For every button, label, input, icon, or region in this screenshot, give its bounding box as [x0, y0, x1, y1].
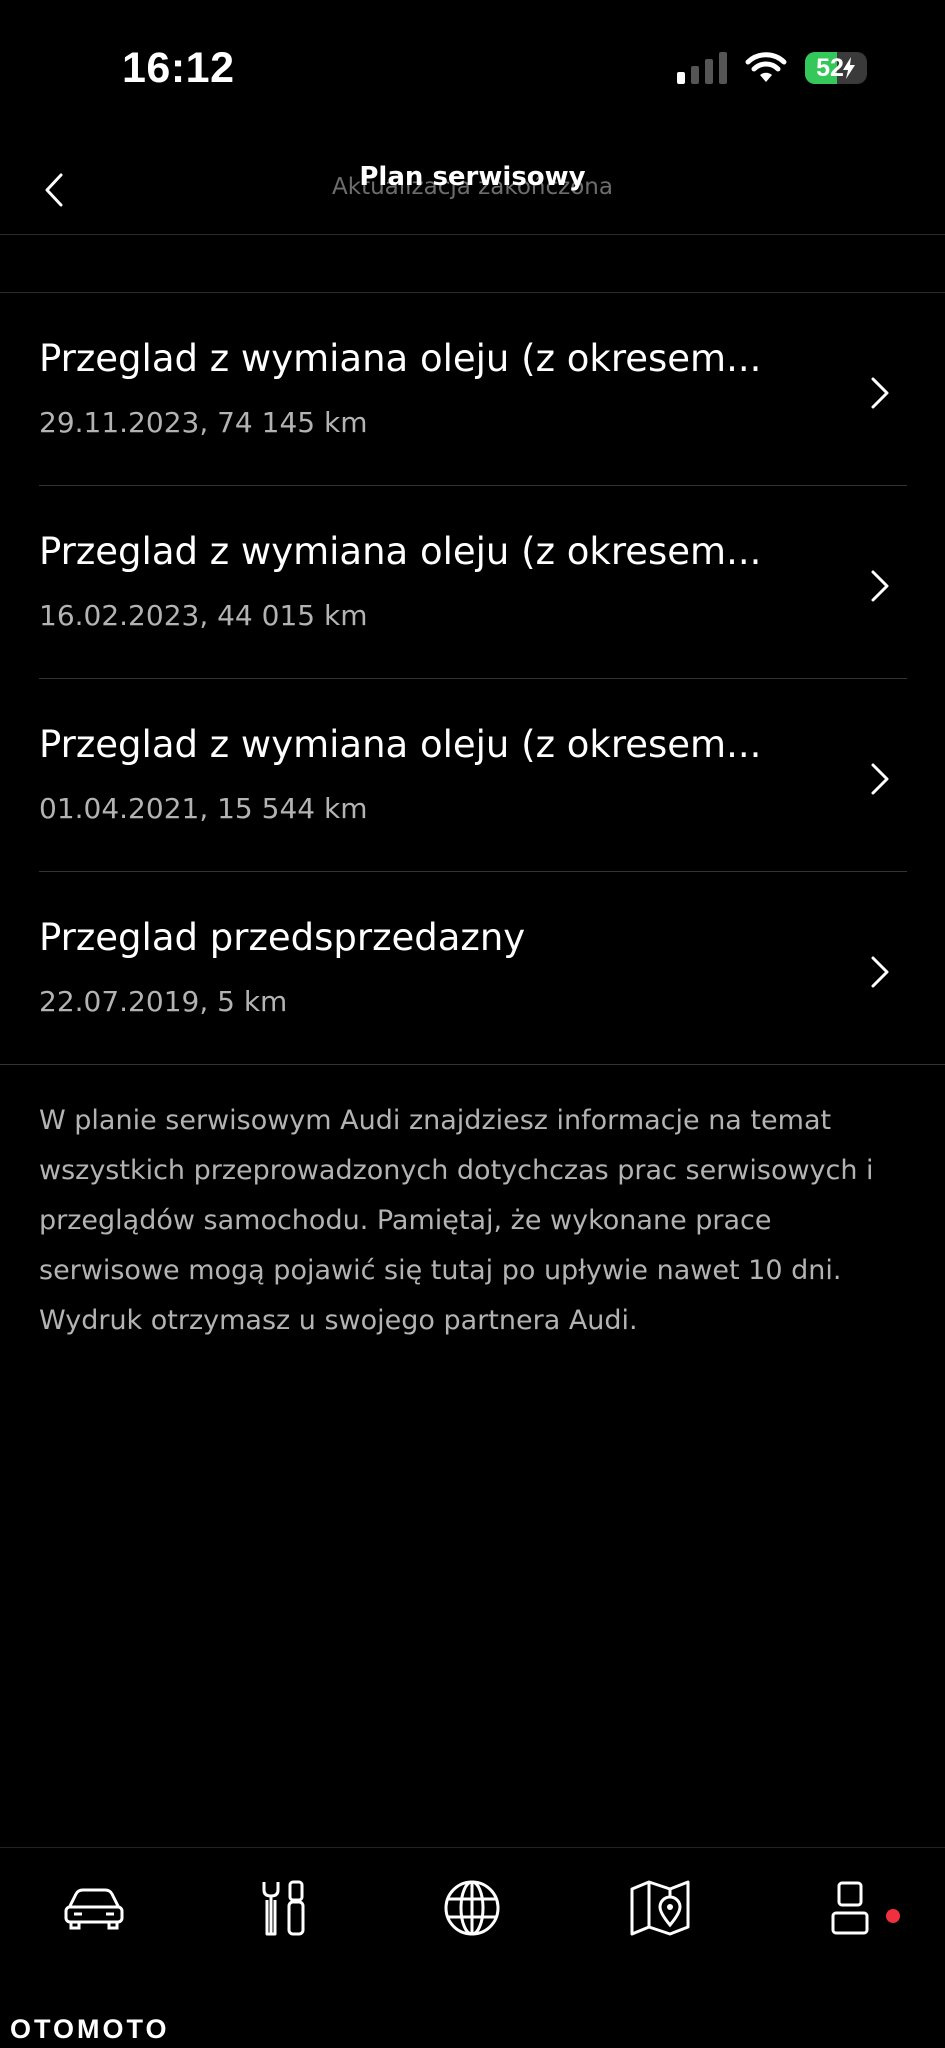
battery-level: 52 [816, 53, 844, 82]
tab-vehicle[interactable] [34, 1848, 154, 1968]
tab-connect[interactable] [412, 1848, 532, 1968]
service-entry-title: Przeglad z wymiana oleju (z okresem... [39, 337, 762, 380]
service-tools-icon [262, 1880, 305, 1936]
car-icon [64, 1888, 124, 1930]
service-entry[interactable]: Przeglad z wymiana oleju (z okresem... 1… [0, 486, 945, 679]
service-entry-details: 29.11.2023, 74 145 km [39, 406, 368, 439]
otomoto-watermark: OTOMOTO [10, 2014, 170, 2044]
service-entry[interactable]: Przeglad z wymiana oleju (z okresem... 0… [0, 679, 945, 872]
globe-icon [444, 1880, 500, 1936]
service-entry-title: Przeglad z wymiana oleju (z okresem... [39, 723, 762, 766]
navigation-bar: Aktualizacja zakończona Plan serwisowy [0, 140, 945, 235]
service-entry[interactable]: Przeglad przedsprzedazny 22.07.2019, 5 k… [0, 872, 945, 1065]
tab-profile[interactable] [790, 1848, 910, 1968]
service-entry-details: 22.07.2019, 5 km [39, 985, 288, 1018]
status-time: 16:12 [122, 44, 235, 92]
chevron-right-icon [871, 763, 889, 795]
chevron-right-icon [871, 377, 889, 409]
cellular-signal-icon [677, 52, 727, 84]
bottom-tab-bar [0, 1847, 945, 1968]
chevron-right-icon [871, 956, 889, 988]
status-bar: 16:12 52 [0, 0, 945, 140]
service-history-list: Przeglad z wymiana oleju (z okresem... 2… [0, 293, 945, 1065]
wifi-icon [745, 52, 787, 82]
tab-service[interactable] [224, 1848, 344, 1968]
service-entry-details: 01.04.2021, 15 544 km [39, 792, 368, 825]
service-plan-info-text: W planie serwisowym Audi znajdziesz info… [39, 1105, 874, 1336]
battery-charging-icon: 52 [805, 52, 867, 84]
chevron-right-icon [871, 570, 889, 602]
notification-dot [886, 1909, 900, 1923]
service-entry[interactable]: Przeglad z wymiana oleju (z okresem... 2… [0, 293, 945, 486]
service-entry-details: 16.02.2023, 44 015 km [39, 599, 368, 632]
service-entry-title: Przeglad przedsprzedazny [39, 916, 526, 959]
service-entry-title: Przeglad z wymiana oleju (z okresem... [39, 530, 762, 573]
profile-icon [831, 1881, 869, 1935]
map-pin-icon [630, 1880, 690, 1936]
spacer-band [0, 235, 945, 293]
page-title: Plan serwisowy [359, 162, 586, 192]
tab-map[interactable] [600, 1848, 720, 1968]
status-icons: 52 [677, 52, 867, 84]
